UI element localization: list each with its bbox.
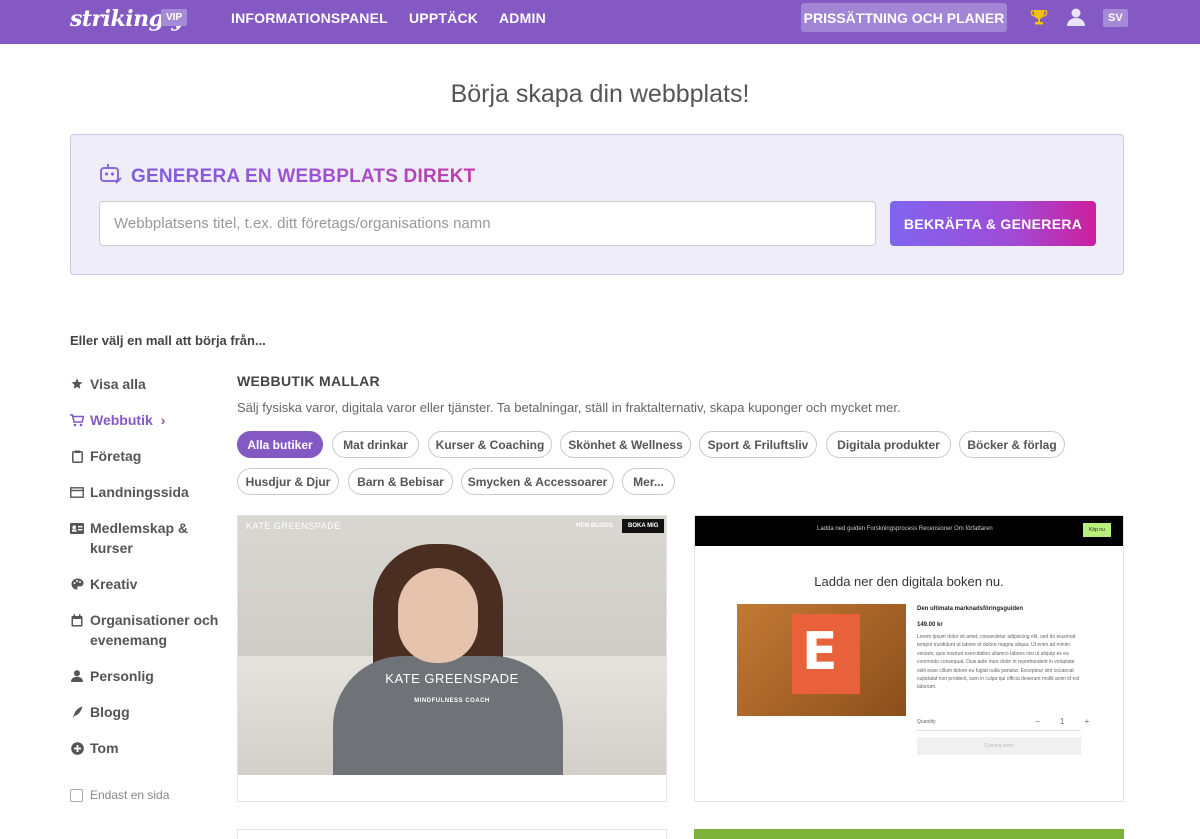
sidebar-item-business[interactable]: Företag	[70, 446, 141, 466]
filter-chip-courses[interactable]: Kurser & Coaching	[428, 431, 552, 458]
sidebar-item-label: Medlemskap & kurser	[90, 520, 189, 556]
filter-chip-all-stores[interactable]: Alla butiker	[237, 431, 323, 458]
single-page-label: Endast en sida	[90, 788, 170, 802]
preview-navbar: Ladda ned guiden Forskningsprocess Recen…	[695, 516, 1123, 546]
site-title-input[interactable]	[99, 201, 876, 246]
id-card-icon	[70, 521, 84, 535]
template-card-partial[interactable]	[694, 829, 1124, 839]
vip-badge: VIP	[161, 9, 188, 26]
star-icon	[70, 377, 84, 391]
calendar-icon	[70, 613, 84, 627]
sidebar-item-blog[interactable]: Blogg	[70, 702, 130, 722]
top-navbar: strikingly VIP INFORMATIONSPANEL UPPTÄCK…	[0, 0, 1200, 44]
trophy-icon[interactable]	[1030, 8, 1048, 31]
filter-chip-food-drinks[interactable]: Mat drinkar	[332, 431, 419, 458]
pricing-button[interactable]: PRISSÄTTNING OCH PLANER	[801, 3, 1007, 32]
sidebar-item-label: Visa alla	[90, 376, 146, 392]
nav-dashboard[interactable]: INFORMATIONSPANEL	[231, 10, 388, 26]
filter-chip-more[interactable]: Mer...	[622, 468, 675, 495]
sidebar-item-label: Organisationer och evenemang	[90, 612, 219, 648]
quill-icon	[70, 705, 84, 719]
sidebar-item-label: Landningssida	[90, 484, 189, 500]
page-title: Börja skapa din webbplats!	[450, 80, 750, 108]
sidebar-item-label: Företag	[90, 448, 142, 464]
generator-heading-suffix: WEBBPLATS DIREKT	[277, 165, 476, 187]
filter-chip-pets[interactable]: Husdjur & Djur	[237, 468, 339, 495]
clipboard-icon	[70, 449, 84, 463]
preview-coming-soon-button: Coming soon	[917, 737, 1081, 755]
sidebar-item-personal[interactable]: Personlig	[70, 666, 154, 686]
preview-site-name: KATE GREENSPADE	[246, 521, 341, 531]
sidebar-item-creative[interactable]: Kreativ	[70, 574, 137, 594]
person-icon	[70, 669, 84, 683]
preview-quantity-stepper: − 1 +	[1035, 717, 1099, 726]
sidebar-item-all[interactable]: Visa alla	[70, 374, 146, 394]
window-icon	[70, 485, 84, 499]
nav-admin[interactable]: ADMIN	[499, 10, 546, 26]
cart-icon	[70, 413, 84, 427]
sidebar-item-webshop[interactable]: Webbutik ›	[70, 410, 165, 430]
sidebar-item-blank[interactable]: Tom	[70, 738, 119, 758]
single-page-checkbox[interactable]	[70, 788, 83, 802]
template-card-kate-greenspade[interactable]: KATE GREENSPADE HEM BLOGG BOKA MIG KATE …	[237, 515, 667, 802]
filter-chip-kids[interactable]: Barn & Bebisar	[348, 468, 453, 495]
choose-template-label: Eller välj en mall att börja från...	[70, 333, 266, 348]
sidebar-item-landing[interactable]: Landningssida	[70, 482, 189, 502]
sidebar-item-label: Blogg	[90, 704, 130, 720]
preview-nav-button: BOKA MIG	[622, 519, 665, 533]
template-card-partial[interactable]	[237, 829, 667, 839]
palette-icon	[70, 577, 84, 591]
single-page-filter[interactable]: Endast en sida	[70, 788, 169, 802]
nav-discover[interactable]: UPPTÄCK	[409, 10, 478, 26]
sidebar-item-label: Personlig	[90, 668, 154, 684]
category-description: Sälj fysiska varor, digitala varor eller…	[237, 400, 901, 415]
chevron-right-icon: ›	[160, 412, 166, 428]
preview-hero-subtitle: MINDFULNESS COACH	[414, 698, 490, 704]
category-title: WEBBUTIK MALLAR	[237, 373, 380, 389]
preview-quantity-label: Quantity	[917, 719, 936, 725]
sidebar-item-membership[interactable]: Medlemskap & kurser	[70, 518, 190, 558]
template-preview-image: KATE GREENSPADE HEM BLOGG BOKA MIG KATE …	[238, 516, 666, 775]
robot-icon	[99, 163, 123, 190]
filter-chip-books[interactable]: Böcker & förlag	[959, 431, 1065, 458]
preview-heading: Ladda ner den digitala boken nu.	[814, 574, 1004, 589]
preview-book-image: E	[737, 604, 906, 716]
filter-chip-digital[interactable]: Digitala produkter	[826, 431, 951, 458]
generator-heading: GENERERA EN WEBBPLATS DIREKT	[99, 163, 475, 190]
preview-nav-links: Ladda ned guiden Forskningsprocess Recen…	[817, 526, 993, 532]
preview-hero-title: KATE GREENSPADE	[385, 671, 519, 686]
ai-generator-panel: GENERERA EN WEBBPLATS DIREKT BEKRÄFTA & …	[70, 134, 1124, 275]
filter-chip-jewelry[interactable]: Smycken & Accessoarer	[461, 468, 614, 495]
language-selector[interactable]: SV	[1103, 9, 1128, 27]
sidebar-item-label: Kreativ	[90, 576, 138, 592]
filter-chip-beauty[interactable]: Skönhet & Wellness	[560, 431, 691, 458]
confirm-generate-button[interactable]: BEKRÄFTA & GENERERA	[890, 201, 1096, 246]
sidebar-item-label: Webbutik	[90, 412, 153, 428]
preview-product-title: Den ultimata marknadsföringsguiden	[917, 606, 1024, 612]
preview-buy-button: Köp nu	[1083, 523, 1111, 537]
user-icon[interactable]	[1066, 7, 1086, 32]
plus-circle-icon	[70, 741, 84, 755]
sidebar-item-label: Tom	[90, 740, 119, 756]
preview-product-description: Lorem ipsum dolor sit amet, consectetur …	[917, 634, 1080, 691]
template-card-digital-book[interactable]: Ladda ned guiden Forskningsprocess Recen…	[694, 515, 1124, 802]
generator-heading-prefix: GENERERA EN	[131, 165, 278, 187]
sidebar-item-organizations[interactable]: Organisationer och evenemang	[70, 610, 220, 650]
preview-nav-links: HEM BLOGG	[576, 523, 613, 529]
filter-chip-sports[interactable]: Sport & Friluftsliv	[699, 431, 817, 458]
preview-product-price: 149.00 kr	[917, 622, 943, 628]
